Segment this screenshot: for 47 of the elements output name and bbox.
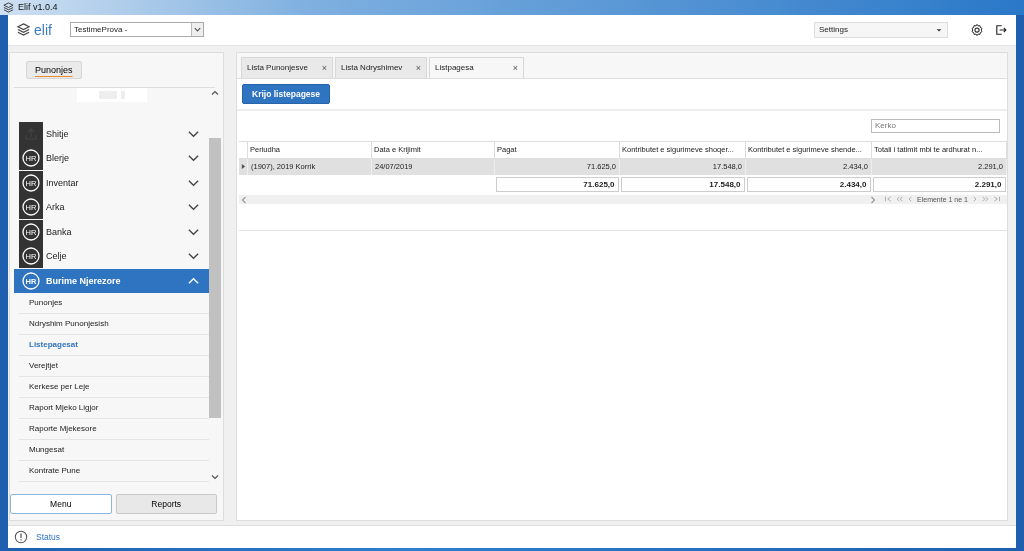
warning-icon <box>14 530 28 544</box>
scroll-down-icon[interactable] <box>210 472 220 482</box>
company-dropdown[interactable]: TestimeProva - <box>70 22 204 37</box>
total-cell: 2.434,0 <box>746 176 871 192</box>
upload-icon <box>19 121 43 146</box>
chevron-down-icon <box>187 177 200 188</box>
logo-text: elif <box>34 21 52 38</box>
punonjes-button[interactable]: Punonjes <box>26 60 82 79</box>
chevron-down-icon <box>193 25 202 34</box>
settings-dropdown[interactable]: Settings <box>814 21 948 38</box>
submenu-item[interactable]: Raport Mjeko Ligjor <box>19 398 209 419</box>
pager-last-icon[interactable] <box>992 195 1001 203</box>
submenu-item[interactable]: Mungesat <box>19 440 209 461</box>
layers-icon <box>16 22 31 37</box>
tab[interactable]: Listpagesa × <box>429 56 524 78</box>
total-cell: 71.625,0 <box>495 176 619 192</box>
scroll-right-icon[interactable] <box>868 194 878 205</box>
chevron-down-icon <box>187 202 200 212</box>
tab[interactable]: Lista Ndryshimev × <box>335 56 427 78</box>
scroll-left-icon[interactable] <box>239 194 249 205</box>
reports-button[interactable]: Reports <box>115 494 217 514</box>
submenu-item[interactable]: Raporte Mjekesore <box>19 419 209 440</box>
logout-icon[interactable] <box>994 22 1008 37</box>
chevron-down-icon <box>187 251 200 261</box>
menu-item[interactable]: Shitje <box>14 121 209 146</box>
submenu-item[interactable]: Kontrate Pune <box>19 461 209 482</box>
chevron-down-icon <box>187 128 200 139</box>
pager-next-page-icon[interactable] <box>981 195 990 203</box>
chevron-up-icon <box>187 275 200 286</box>
close-icon[interactable]: × <box>321 62 327 73</box>
status-text: Status <box>36 532 61 542</box>
search-field[interactable]: Kerko <box>871 118 1000 133</box>
horizontal-scrollbar[interactable] <box>239 194 878 204</box>
chevron-down-icon <box>187 226 200 237</box>
chevron-down-icon <box>187 153 200 163</box>
settings-icon[interactable] <box>970 22 984 37</box>
pager-first-icon[interactable] <box>884 195 893 203</box>
total-cell: 17.548,0 <box>620 176 745 192</box>
close-icon[interactable]: × <box>415 62 421 73</box>
total-cell: 2.291,0 <box>872 176 1006 192</box>
pager-previous-page-icon[interactable] <box>895 195 904 203</box>
menu-button[interactable]: Menu <box>10 494 112 514</box>
close-icon[interactable]: × <box>512 62 518 73</box>
tab[interactable]: Lista Punonjesve × <box>241 56 333 78</box>
create-button[interactable]: Krijo listepagese <box>242 83 331 104</box>
window-title: Elif v1.0.4 <box>18 2 58 13</box>
app-icon <box>3 1 14 13</box>
